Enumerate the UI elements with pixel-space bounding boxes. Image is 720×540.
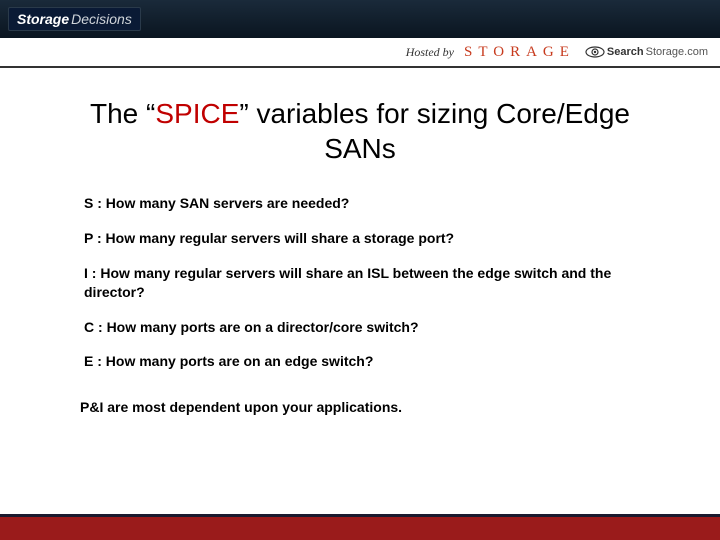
list-item: E : How many ports are on an edge switch… [84,352,640,371]
item-text: : How many SAN servers are needed? [93,195,349,211]
footer-bar [0,514,720,540]
item-letter: S [84,195,93,211]
list-item: P : How many regular servers will share … [84,229,640,248]
storage-brand: STORAGE [464,44,575,61]
item-letter: C [84,319,94,335]
title-post: ” variables for sizing Core/Edge SANs [239,98,630,164]
subheader-bar: Hosted by STORAGE SearchStorage.com [0,38,720,68]
list-item: C : How many ports are on a director/cor… [84,318,640,337]
header-bar: Storage Decisions [0,0,720,38]
slide-title: The “SPICE” variables for sizing Core/Ed… [80,96,640,166]
item-letter: P [84,230,93,246]
search-word-bold: Search [607,46,644,58]
logo-box: Storage Decisions [8,7,141,31]
eye-icon [585,46,605,58]
list-item: I : How many regular servers will share … [84,264,640,302]
logo-word-decisions: Decisions [71,11,132,27]
item-text: : How many regular servers will share an… [84,265,611,300]
definition-list: S : How many SAN servers are needed? P :… [80,194,640,371]
item-text: : How many ports are on an edge switch? [93,353,373,369]
title-spice: SPICE [155,98,239,129]
footnote: P&I are most dependent upon your applica… [80,399,640,415]
item-text: : How many regular servers will share a … [93,230,454,246]
hosted-by-label: Hosted by [406,45,454,60]
logo-word-storage: Storage [17,11,69,27]
title-pre: The “ [90,98,155,129]
search-word-light: Storage.com [646,46,708,58]
slide-content: The “SPICE” variables for sizing Core/Ed… [0,68,720,415]
list-item: S : How many SAN servers are needed? [84,194,640,213]
search-storage-brand: SearchStorage.com [585,46,708,58]
item-letter: E [84,353,93,369]
item-text: : How many ports are on a director/core … [94,319,418,335]
